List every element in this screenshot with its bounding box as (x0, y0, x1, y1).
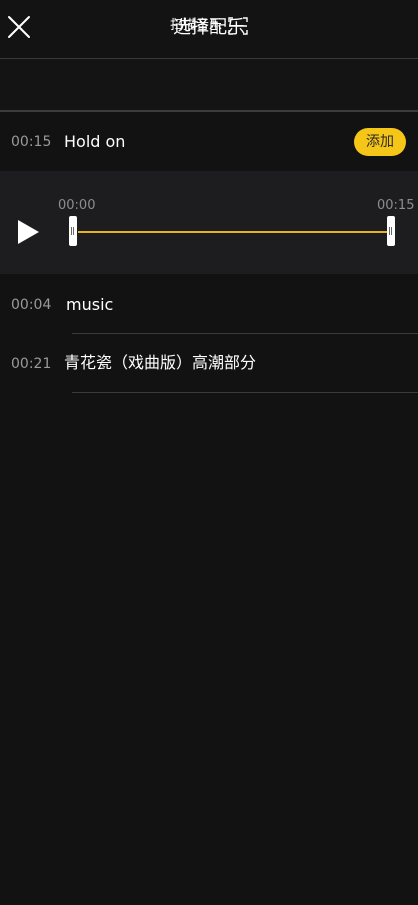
scan-music-row[interactable] (0, 59, 418, 112)
trim-player-panel (0, 171, 418, 274)
track-name: 青花瓷（戏曲版）高潮部分 (64, 353, 257, 372)
add-button[interactable]: 添加 (354, 128, 406, 156)
track-duration: 00:21 (11, 356, 52, 372)
track-row[interactable] (0, 276, 418, 333)
row-divider (72, 392, 418, 393)
scan-music-label: 扫描音乐 (169, 18, 222, 33)
trim-end-time: 00:15 (377, 198, 415, 213)
scan-icon (228, 17, 248, 35)
trim-range-line (78, 231, 388, 233)
play-icon (18, 220, 39, 244)
trim-end-handle[interactable] (387, 216, 395, 246)
track-name: music (66, 295, 114, 314)
track-name: Hold on (64, 132, 126, 151)
track-duration: 00:15 (11, 134, 52, 150)
scan-music-button[interactable]: 扫描音乐 (0, 14, 418, 38)
track-duration: 00:04 (11, 297, 52, 313)
trim-start-handle[interactable] (69, 216, 77, 246)
play-button[interactable] (16, 219, 40, 245)
trim-start-time: 00:00 (58, 198, 96, 213)
